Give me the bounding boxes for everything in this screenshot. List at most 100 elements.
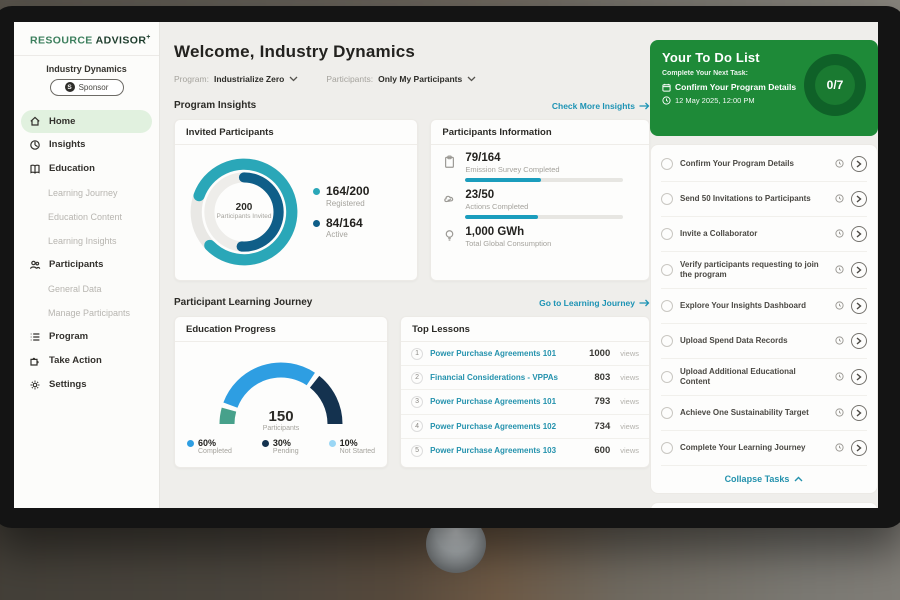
task-checkbox[interactable] [661, 228, 673, 240]
task-label: Send 50 Invitations to Participants [680, 194, 828, 204]
survey-progress-bar [465, 178, 623, 182]
lesson-row-4[interactable]: 4 Power Purchase Agreements 102 734 view… [401, 415, 649, 439]
go-to-learning-journey-link[interactable]: Go to Learning Journey [539, 298, 650, 308]
task-checkbox[interactable] [661, 300, 673, 312]
sidebar-item-home[interactable]: Home [21, 110, 152, 133]
task-label: Complete Your Learning Journey [680, 443, 828, 453]
task-row-9[interactable]: Complete Your Learning Journey [661, 431, 867, 466]
todo-panel: Your To Do List Complete Your Next Task:… [650, 22, 878, 508]
lesson-link[interactable]: Power Purchase Agreements 102 [430, 422, 587, 431]
sidebar-item-label: Insights [49, 139, 85, 150]
sidebar-item-manage-participants[interactable]: Manage Participants [14, 301, 159, 325]
task-checkbox[interactable] [661, 371, 673, 383]
task-checkbox[interactable] [661, 264, 673, 276]
sidebar-item-take-action[interactable]: Take Action [14, 349, 159, 373]
legend-not-started: 10% Not Started [329, 438, 375, 455]
lesson-link[interactable]: Financial Considerations - VPPAs [430, 373, 587, 382]
task-open-button[interactable] [851, 262, 867, 278]
recent-news-card: Recent News [650, 502, 878, 508]
task-row-5[interactable]: Explore Your Insights Dashboard [661, 289, 867, 324]
task-row-3[interactable]: Invite a Collaborator [661, 217, 867, 252]
task-open-button[interactable] [851, 298, 867, 314]
sidebar-item-general-data[interactable]: General Data [14, 277, 159, 301]
info-row-survey: 79/164 Emission Survey Completed [431, 145, 649, 182]
task-open-button[interactable] [851, 369, 867, 385]
todo-time-label: 12 May 2025, 12:00 PM [675, 96, 755, 105]
legend-label: Active [326, 230, 363, 239]
chevron-down-icon [467, 76, 476, 82]
legend-label: Registered [326, 199, 369, 208]
invited-card-body: 200 Participants Invited 164/200 Registe [175, 145, 417, 279]
task-open-button[interactable] [851, 191, 867, 207]
sidebar-item-insights[interactable]: Insights [14, 133, 159, 157]
sidebar-item-settings[interactable]: Settings [14, 373, 159, 397]
lesson-rank: 3 [411, 396, 423, 408]
donut-legend: 164/200 Registered 84/164 Active [313, 176, 369, 247]
participants-icon [29, 259, 41, 271]
lesson-rank: 1 [411, 348, 423, 360]
sidebar: RESOURCE ADVISOR+ Industry Dynamics S Sp… [14, 22, 160, 508]
task-open-button[interactable] [851, 226, 867, 242]
views-suffix: views [620, 349, 639, 358]
sidebar-item-learning-insights[interactable]: Learning Insights [14, 229, 159, 253]
todo-summary-card: Your To Do List Complete Your Next Task:… [650, 40, 878, 136]
sidebar-item-education-content[interactable]: Education Content [14, 205, 159, 229]
task-clock-icon [835, 190, 844, 208]
puzzle-icon [29, 355, 41, 367]
filter-row: Program: Industrialize Zero Participants… [174, 74, 650, 84]
todo-summary-text: Your To Do List Complete Your Next Task:… [662, 50, 796, 126]
check-more-insights-link[interactable]: Check More Insights [552, 101, 650, 111]
program-value: Industrialize Zero [214, 74, 284, 84]
task-open-button[interactable] [851, 405, 867, 421]
todo-next-task[interactable]: Confirm Your Program Details [662, 82, 796, 92]
lesson-row-2[interactable]: 2 Financial Considerations - VPPAs 803 v… [401, 366, 649, 390]
task-open-button[interactable] [851, 440, 867, 456]
gauge-center-value: 150 [211, 408, 351, 425]
lesson-row-1[interactable]: 1 Power Purchase Agreements 101 1000 vie… [401, 342, 649, 366]
task-open-button[interactable] [851, 156, 867, 172]
sidebar-item-education[interactable]: Education [14, 157, 159, 181]
lesson-row-3[interactable]: 3 Power Purchase Agreements 101 793 view… [401, 390, 649, 414]
sidebar-item-program[interactable]: Program [14, 325, 159, 349]
participants-dropdown[interactable]: Participants: Only My Participants [326, 74, 476, 84]
lesson-link[interactable]: Power Purchase Agreements 101 [430, 349, 582, 358]
task-row-7[interactable]: Upload Additional Educational Content [661, 359, 867, 396]
task-checkbox[interactable] [661, 193, 673, 205]
insights-icon [29, 139, 41, 151]
task-open-button[interactable] [851, 333, 867, 349]
stat-label: Total Global Consumption [465, 239, 637, 248]
sponsor-badge: S Sponsor [50, 79, 124, 96]
task-checkbox[interactable] [661, 442, 673, 454]
collapse-tasks-link[interactable]: Collapse Tasks [661, 466, 867, 491]
donut-center-text: Participants Invited [216, 213, 272, 221]
invited-participants-card: Invited Participants [174, 119, 418, 281]
lesson-row-5[interactable]: 5 Power Purchase Agreements 103 600 view… [401, 439, 649, 463]
lesson-link[interactable]: Power Purchase Agreements 103 [430, 446, 587, 455]
program-dropdown[interactable]: Program: Industrialize Zero [174, 74, 298, 84]
task-checkbox[interactable] [661, 407, 673, 419]
card-title: Education Progress [175, 317, 387, 342]
task-row-1[interactable]: Confirm Your Program Details [661, 147, 867, 182]
home-icon [29, 115, 41, 127]
progress-fill [465, 215, 538, 219]
task-checkbox[interactable] [661, 335, 673, 347]
education-gauge-chart: 150 Participants [211, 352, 351, 430]
task-row-6[interactable]: Upload Spend Data Records [661, 324, 867, 359]
learning-cards-row: Education Progress 150 Participants [174, 316, 650, 468]
gauge-center-text: Participants [211, 425, 351, 432]
logo-resource: RESOURCE [30, 35, 93, 47]
sidebar-item-participants[interactable]: Participants [14, 253, 159, 277]
link-label: Go to Learning Journey [539, 298, 635, 308]
task-checkbox[interactable] [661, 158, 673, 170]
lesson-link[interactable]: Power Purchase Agreements 101 [430, 397, 587, 406]
sidebar-item-learning-journey[interactable]: Learning Journey [14, 181, 159, 205]
legend-dot [329, 440, 336, 447]
participants-value: Only My Participants [378, 74, 462, 84]
stat-label: Emission Survey Completed [465, 165, 637, 174]
task-row-8[interactable]: Achieve One Sustainability Target [661, 396, 867, 431]
task-row-4[interactable]: Verify participants requesting to join t… [661, 252, 867, 289]
task-row-2[interactable]: Send 50 Invitations to Participants [661, 182, 867, 217]
lesson-views: 734 [594, 421, 610, 432]
legend-dot [313, 188, 320, 195]
collapse-label: Collapse Tasks [725, 474, 790, 484]
